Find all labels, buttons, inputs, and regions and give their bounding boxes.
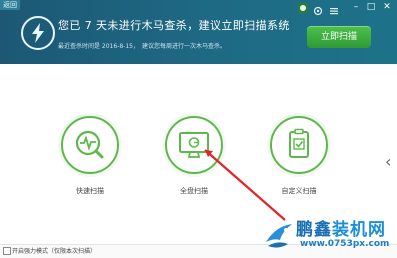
quick-scan-label: 快速扫描 [76,187,104,195]
chevron-right-icon[interactable]: ‹ [385,152,391,171]
scan-reminder-headline: 您已 7 天未进行木马查杀，建议立即扫描系统 [58,19,290,32]
watermark-logo-icon [266,224,292,248]
watermark-title-a: 鹏鑫 [296,220,332,240]
watermark-url: www.0753px.com [300,239,390,249]
weekly-advice: 建议您每周进行一次木马查杀。 [141,43,226,50]
clipboard-check-icon [270,116,328,174]
toggle-switch[interactable] [298,3,308,13]
watermark-title: 鹏鑫装机网 [296,215,386,240]
settings-gear-icon[interactable] [312,2,324,16]
menu-icon[interactable] [328,2,340,15]
minimize-icon[interactable]: – [349,0,363,14]
close-icon[interactable]: ✕ [380,0,394,14]
monitor-scan-icon [165,116,223,174]
site-watermark: 鹏鑫装机网 www.0753px.com [262,212,397,257]
quick-scan-option[interactable]: 快速扫描 [60,116,120,196]
full-scan-label: 全盘扫描 [180,187,208,195]
custom-scan-option[interactable]: 自定义扫描 [269,116,329,196]
last-scan-time: 最近查杀时间是 2016-8-15， [58,43,139,50]
heartbeat-magnifier-icon [61,116,119,174]
full-scan-option[interactable]: 全盘扫描 [164,116,224,196]
header-banner: 返回 您已 7 天未进行木马查杀，建议立即扫描系统 最近查杀时间是 2016-8… [0,0,397,64]
watermark-title-b: 装机网 [332,220,386,240]
power-mode-checkbox[interactable] [3,247,11,255]
last-scan-info: 最近查杀时间是 2016-8-15， 建议您每周进行一次木马查杀。 [58,41,229,50]
lightning-shield-icon [21,16,55,50]
scan-now-button[interactable]: 立即扫描 [307,26,371,48]
back-button[interactable]: 返回 [0,0,20,10]
custom-scan-label: 自定义扫描 [281,187,317,195]
power-mode-label: 开启强力模式（仅限本次扫描） [12,248,97,255]
maximize-icon[interactable]: □ [364,0,378,14]
